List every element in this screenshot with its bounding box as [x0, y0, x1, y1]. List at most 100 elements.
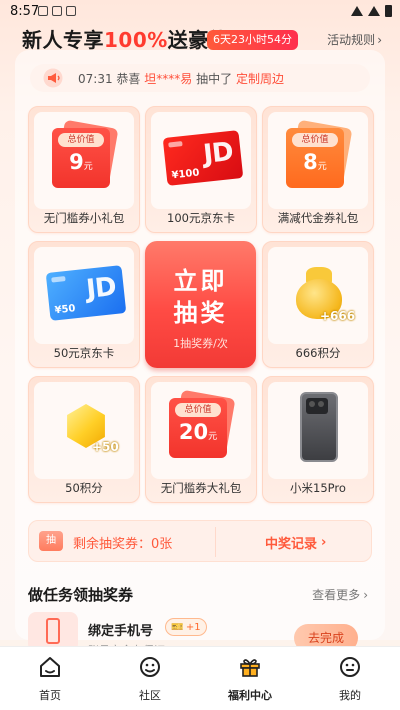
- phone-image: [300, 392, 338, 462]
- countdown-badge: 6天23小时54分: [207, 30, 298, 50]
- tab-home[interactable]: 首页: [0, 647, 100, 710]
- status-indicators: [351, 5, 392, 17]
- ticket-summary-bar: 抽 剩余抽奖券：0张 中奖记录 ›: [28, 520, 372, 562]
- marquee-congrats: 恭喜: [116, 72, 141, 86]
- prize-image: JD ¥100: [151, 112, 251, 209]
- marquee-user: 坦****易: [144, 72, 193, 86]
- prize-tile-phone: 小米15Pro: [262, 376, 374, 503]
- reward-badge: 🎫 +1: [165, 618, 207, 636]
- marquee-won: 抽中了: [196, 72, 233, 86]
- ticket-icon: 🎫: [171, 621, 184, 633]
- coupon-value-number: 20: [178, 420, 209, 444]
- draw-button-label: 立即: [173, 267, 228, 295]
- tab-label: 我的: [339, 689, 361, 702]
- coupon-unit: 元: [83, 162, 93, 172]
- prize-label: 100元京东卡: [167, 211, 235, 225]
- tab-profile[interactable]: 我的: [300, 647, 400, 710]
- prize-label: 无门槛券小礼包: [43, 211, 125, 225]
- prize-tile-coupon-small: 总价值 9元 无门槛券小礼包: [28, 106, 140, 233]
- bottom-tab-bar: 首页 社区 福利中心 我的: [0, 646, 400, 710]
- notification-icon: [38, 6, 48, 16]
- battery-icon: [385, 5, 392, 17]
- marquee-time: 07:31: [78, 72, 113, 86]
- coupon-tag: 总价值: [58, 133, 104, 147]
- task-name: 绑定手机号: [88, 624, 154, 639]
- prize-image: +50: [34, 382, 134, 479]
- tab-label: 福利中心: [228, 689, 272, 702]
- notification-icon: [52, 6, 62, 16]
- notification-icon: [66, 6, 76, 16]
- win-records-label: 中奖记录: [265, 537, 318, 552]
- rules-link[interactable]: 活动规则 ›: [327, 31, 382, 48]
- chevron-right-icon: ›: [363, 587, 368, 602]
- view-more-link[interactable]: 查看更多 ›: [312, 586, 368, 603]
- prize-label: 满减代金券礼包: [277, 211, 359, 225]
- tab-welfare-center[interactable]: 福利中心: [200, 647, 300, 710]
- tab-community[interactable]: 社区: [100, 647, 200, 710]
- prize-label: 666积分: [295, 346, 341, 360]
- marquee-prize: 定制周边: [235, 72, 284, 86]
- tab-label: 社区: [139, 689, 161, 702]
- coupon-unit: 元: [317, 162, 327, 172]
- page-title: 新人专享100%送豪礼: [22, 24, 229, 53]
- profile-icon: [340, 657, 360, 677]
- coupon-unit: 元: [208, 432, 218, 442]
- points-badge: +50: [92, 440, 119, 454]
- jd-logo: JD: [84, 271, 118, 305]
- chevron-right-icon: ›: [321, 535, 327, 550]
- jd-card-icon: JD ¥50: [45, 265, 127, 321]
- coupon-icon: 总价值 8元: [286, 119, 353, 188]
- coupon-value-number: 8: [303, 150, 318, 174]
- jd-card-icon: JD ¥100: [162, 130, 244, 186]
- coupon-value: 9元: [52, 150, 110, 174]
- chevron-right-icon: ›: [377, 32, 382, 47]
- coupon-value: 20元: [169, 420, 227, 444]
- coupon-value-number: 9: [69, 150, 84, 174]
- points-badge: +666: [320, 309, 356, 323]
- rules-label: 活动规则: [327, 33, 376, 47]
- prize-label: 无门槛券大礼包: [160, 481, 242, 495]
- tasks-section-title: 做任务领抽奖券: [28, 586, 134, 604]
- prize-image: JD ¥50: [34, 247, 134, 344]
- reward-value: +1: [185, 621, 201, 633]
- prize-tile-points-666: +666 666积分: [262, 241, 374, 368]
- prize-tile-points-50: +50 50积分: [28, 376, 140, 503]
- jd-card-value: ¥50: [54, 303, 77, 317]
- winner-marquee: 07:31 恭喜 坦****易 抽中了 定制周边: [30, 64, 370, 92]
- prize-label: 小米15Pro: [290, 481, 346, 495]
- gift-icon: [240, 659, 260, 677]
- jd-card-value: ¥100: [171, 167, 200, 182]
- marquee-text: 07:31 恭喜 坦****易 抽中了 定制周边: [78, 70, 284, 87]
- prize-image: 总价值 8元: [268, 112, 368, 209]
- megaphone-icon: [43, 68, 63, 88]
- status-time: 8:57: [10, 3, 40, 19]
- tab-label: 首页: [39, 689, 61, 702]
- status-bar: 8:57: [0, 0, 400, 22]
- prize-image: 总价值 20元: [151, 382, 251, 479]
- remaining-tickets: 剩余抽奖券：0张: [73, 537, 173, 552]
- win-records-link[interactable]: 中奖记录 ›: [265, 533, 326, 552]
- signal-icon: [368, 6, 380, 16]
- prize-label: 50元京东卡: [53, 346, 115, 360]
- home-icon: [40, 657, 60, 677]
- draw-button[interactable]: 立即 抽奖 1抽奖券/次: [145, 241, 256, 368]
- jd-logo: JD: [201, 136, 235, 170]
- prize-tile-jd-50: JD ¥50 50元京东卡: [28, 241, 140, 368]
- draw-cost: 1抽奖券/次: [173, 337, 228, 350]
- prize-tile-coupon-large: 总价值 20元 无门槛券大礼包: [145, 376, 257, 503]
- prize-image: 总价值 9元: [34, 112, 134, 209]
- coupon-tag: 总价值: [292, 133, 338, 147]
- prize-tile-voucher: 总价值 8元 满减代金券礼包: [262, 106, 374, 233]
- coupon-value: 8元: [286, 150, 344, 174]
- view-more-label: 查看更多: [312, 588, 361, 602]
- coupon-tag: 总价值: [175, 403, 221, 417]
- prize-label: 50积分: [65, 481, 103, 495]
- prize-tile-jd-100: JD ¥100 100元京东卡: [145, 106, 257, 233]
- ticket-icon: 抽: [39, 531, 63, 551]
- community-icon: [140, 657, 160, 677]
- coupon-icon: 总价值 20元: [169, 389, 236, 458]
- notification-icons: [38, 6, 76, 16]
- title-highlight: 100%: [104, 28, 168, 52]
- divider: [215, 527, 216, 557]
- prize-image: +666: [268, 247, 368, 344]
